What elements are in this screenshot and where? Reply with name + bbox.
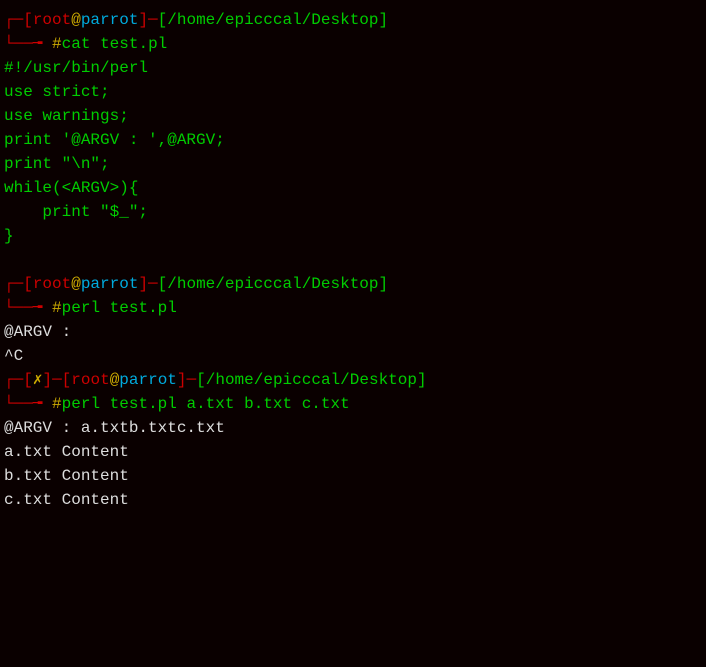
- command-text[interactable]: perl test.pl a.txt b.txt c.txt: [62, 395, 350, 413]
- prompt-at: @: [71, 11, 81, 29]
- prompt-path-close: ]: [379, 275, 389, 293]
- prompt-3-bottom[interactable]: └──╼ #perl test.pl a.txt b.txt c.txt: [4, 392, 702, 416]
- file-line-6: print '@ARGV : ',@ARGV;: [4, 128, 702, 152]
- prompt-host: parrot: [81, 275, 139, 293]
- file-line-4: use warnings;: [4, 104, 702, 128]
- prompt-user-close: ]: [177, 371, 187, 389]
- output-2-line-2: ^C: [4, 344, 702, 368]
- prompt-at: @: [110, 371, 120, 389]
- prompt-host: parrot: [119, 371, 177, 389]
- prompt-path: /home/epicccal/Desktop: [167, 275, 378, 293]
- prompt-bracket-bottom: └──╼: [4, 35, 52, 53]
- output-2-line-1: @ARGV :: [4, 320, 702, 344]
- status-x-icon: ✗: [33, 371, 43, 389]
- prompt-user-close: ]: [138, 11, 148, 29]
- prompt-user-open: [: [62, 371, 72, 389]
- file-line-10: print "$_";: [4, 200, 702, 224]
- command-text[interactable]: cat test.pl: [62, 35, 168, 53]
- prompt-bracket: ┌─: [4, 275, 23, 293]
- prompt-2-top: ┌─[root@parrot]─[/home/epicccal/Desktop]: [4, 272, 702, 296]
- prompt-3-top: ┌─[✗]─[root@parrot]─[/home/epicccal/Desk…: [4, 368, 702, 392]
- prompt-2-bottom[interactable]: └──╼ #perl test.pl: [4, 296, 702, 320]
- prompt-bracket: ┌─: [4, 11, 23, 29]
- blank-line: [4, 248, 702, 272]
- prompt-bracket-bottom: └──╼: [4, 299, 52, 317]
- prompt-user-open: [: [23, 275, 33, 293]
- output-3-line-2: a.txt Content: [4, 440, 702, 464]
- prompt-dash: ─: [187, 371, 197, 389]
- prompt-user-close: ]: [138, 275, 148, 293]
- prompt-path-open: [: [158, 11, 168, 29]
- prompt-user: root: [33, 11, 71, 29]
- prompt-user-open: [: [23, 11, 33, 29]
- output-3-line-1: @ARGV : a.txtb.txtc.txt: [4, 416, 702, 440]
- output-3-line-3: b.txt Content: [4, 464, 702, 488]
- prompt-path: /home/epicccal/Desktop: [167, 11, 378, 29]
- file-line-11: }: [4, 224, 702, 248]
- prompt-hash: #: [52, 395, 62, 413]
- prompt-hash: #: [52, 299, 62, 317]
- prompt-user: root: [71, 371, 109, 389]
- prompt-dash: ─: [148, 275, 158, 293]
- file-line-9: while(<ARGV>){: [4, 176, 702, 200]
- file-line-7: print "\n";: [4, 152, 702, 176]
- prompt-path-open: [: [158, 275, 168, 293]
- prompt-path-open: [: [196, 371, 206, 389]
- prompt-user: root: [33, 275, 71, 293]
- prompt-1-bottom[interactable]: └──╼ #cat test.pl: [4, 32, 702, 56]
- prompt-hash: #: [52, 35, 62, 53]
- prompt-host: parrot: [81, 11, 139, 29]
- output-3-line-4: c.txt Content: [4, 488, 702, 512]
- status-open: [: [23, 371, 33, 389]
- prompt-path-close: ]: [379, 11, 389, 29]
- prompt-at: @: [71, 275, 81, 293]
- prompt-bracket: ┌─: [4, 371, 23, 389]
- prompt-bracket-bottom: └──╼: [4, 395, 52, 413]
- file-line-3: use strict;: [4, 80, 702, 104]
- command-text[interactable]: perl test.pl: [62, 299, 177, 317]
- file-line-1: #!/usr/bin/perl: [4, 56, 702, 80]
- prompt-dash: ─: [52, 371, 62, 389]
- prompt-dash: ─: [148, 11, 158, 29]
- status-close: ]: [42, 371, 52, 389]
- prompt-1-top: ┌─[root@parrot]─[/home/epicccal/Desktop]: [4, 8, 702, 32]
- prompt-path: /home/epicccal/Desktop: [206, 371, 417, 389]
- prompt-path-close: ]: [417, 371, 427, 389]
